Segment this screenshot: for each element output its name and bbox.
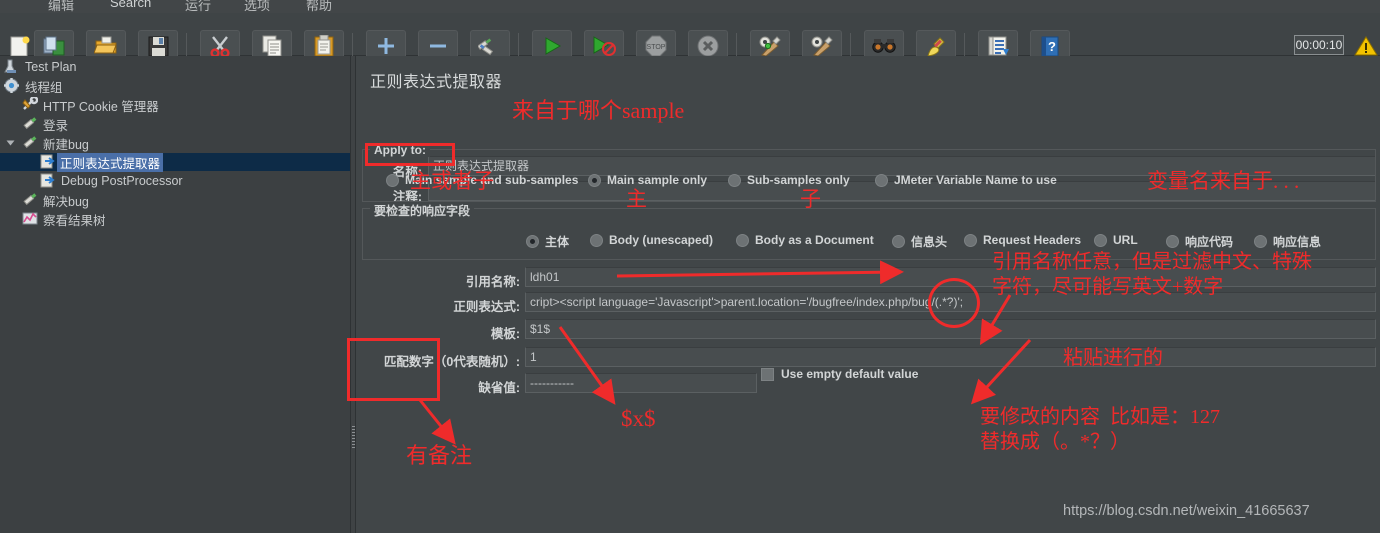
menu-item-0[interactable]: 编辑 [48,0,74,13]
radio-dot-icon[interactable] [892,235,905,248]
svg-text:STOP: STOP [647,44,666,51]
radio-dot-icon[interactable] [526,235,539,248]
menu-item-1[interactable]: Search [110,0,151,10]
tree-item-2[interactable]: HTTP Cookie 管理器 [22,95,159,114]
apply-to-title: Apply to: [370,143,430,157]
radio-dot-icon[interactable] [1166,235,1179,248]
response-field-option-3[interactable]: 信息头 [892,233,947,250]
svg-text:?: ? [1048,39,1056,54]
match-no-input[interactable]: 1 [525,347,1376,367]
apply-to-option-1[interactable]: Main sample only [588,173,707,187]
response-field-option-label: Request Headers [983,233,1082,247]
toolbar: 00:00:10 STOP? [0,13,1380,62]
response-field-option-1[interactable]: Body (unescaped) [590,233,713,247]
apply-to-option-label: Main sample only [607,173,708,187]
tree-item-label: 新建bug [43,137,89,152]
tree-expander-icon[interactable] [6,140,15,146]
test-plan-tree[interactable]: Test Plan 线程组 HTTP Cookie 管理器 登录新建bug 正则表达式提… [0,56,350,533]
response-field-option-label: Body as a Document [755,233,874,247]
apply-to-option-0[interactable]: Main sample and sub-samples [386,173,578,187]
radio-dot-icon[interactable] [736,233,749,247]
regular-expression-input[interactable]: cript><script language='Javascript'>pare… [525,292,1376,312]
listener-icon [22,211,39,228]
response-field-option-4[interactable]: Request Headers [964,233,1081,247]
tree-item-4[interactable]: 新建bug [6,134,89,152]
checkbox-box[interactable] [761,367,774,381]
template-input[interactable]: $1$ [525,319,1376,339]
response-field-option-label: URL [1113,233,1138,247]
match-no-label: 匹配数字（0代表随机）: [383,355,520,369]
tree-item-7[interactable]: 解决bug [22,191,89,209]
default-value-input[interactable]: ----------- [525,373,757,393]
tree-item-label: Test Plan [25,60,77,74]
apply-to-option-label: Sub-samples only [747,173,850,187]
config-icon [22,95,39,114]
reference-name-input[interactable]: ldh01 [525,267,1376,287]
use-empty-default-label: Use empty default value [781,367,919,381]
regular-expression-label: 正则表达式: [453,300,520,314]
tree-item-label: 线程组 [25,80,63,95]
elapsed-timer: 00:00:10 [1294,35,1344,55]
tree-item-label: 登录 [43,118,69,133]
page-title: 正则表达式提取器 [370,74,503,91]
sampler-icon [22,135,39,152]
apply-to-option-label: JMeter Variable Name to use [894,173,1057,187]
response-field-option-2[interactable]: Body as a Document [736,233,874,247]
tree-item-label: Debug PostProcessor [61,174,183,188]
splitter-grip[interactable] [352,426,355,448]
response-field-option-label: 主体 [545,235,570,249]
radio-dot-icon[interactable] [386,173,399,187]
response-field-title: 要检查的响应字段 [370,202,475,219]
radio-dot-icon[interactable] [964,233,977,247]
test-plan-icon [4,59,21,76]
postprocessor-icon [40,154,57,171]
radio-dot-icon[interactable] [588,173,601,187]
tree-item-1[interactable]: 线程组 [4,77,63,95]
response-field-option-label: 信息头 [911,235,948,249]
apply-to-option-2[interactable]: Sub-samples only [728,173,850,187]
use-empty-default-checkbox[interactable]: Use empty default value [761,367,918,381]
tree-item-label: 察看结果树 [43,213,106,228]
tree-item-8[interactable]: 察看结果树 [22,210,106,228]
radio-dot-icon[interactable] [875,173,888,187]
radio-dot-icon[interactable] [728,173,741,187]
sampler-icon [22,116,39,133]
response-field-option-7[interactable]: 响应信息 [1254,233,1321,250]
tree-item-0[interactable]: Test Plan [4,58,76,76]
default-value-label: 缺省值: [478,381,520,395]
menu-item-2[interactable]: 运行 [185,0,211,13]
response-field-option-label: 响应信息 [1273,235,1322,249]
tree-item-5[interactable]: 正则表达式提取器 [0,152,350,172]
radio-dot-icon[interactable] [1094,233,1107,247]
tree-item-3[interactable]: 登录 [22,115,68,133]
response-field-option-5[interactable]: URL [1094,233,1138,247]
watermark: https://blog.csdn.net/weixin_41665637 [1063,503,1310,519]
sampler-icon [22,192,39,209]
template-label: 模板: [490,327,520,341]
tree-item-label: 解决bug [43,194,89,209]
response-field-option-label: 响应代码 [1185,235,1234,249]
postprocessor-icon [40,173,57,190]
thread-group-icon [4,77,21,95]
response-field-option-0[interactable]: 主体 [526,233,569,250]
tree-item-label: 正则表达式提取器 [57,152,164,172]
regex-extractor-panel: 正则表达式提取器 名称: 正则表达式提取器 注释: Apply to: 要检查的… [356,56,1380,533]
reference-name-label: 引用名称: [465,275,520,289]
radio-dot-icon[interactable] [1254,235,1267,248]
menu-item-4[interactable]: 帮助 [306,0,332,13]
tree-item-label: HTTP Cookie 管理器 [43,99,159,114]
radio-dot-icon[interactable] [590,233,603,247]
response-field-option-6[interactable]: 响应代码 [1166,233,1233,250]
apply-to-option-3[interactable]: JMeter Variable Name to use [875,173,1057,187]
apply-to-option-label: Main sample and sub-samples [405,173,579,187]
menu-item-3[interactable]: 选项 [244,0,270,13]
tree-item-6[interactable]: Debug PostProcessor [40,172,183,190]
menu-bar: 编辑 Search 运行 选项 帮助 [0,0,1380,13]
response-field-option-label: Body (unescaped) [609,233,714,247]
